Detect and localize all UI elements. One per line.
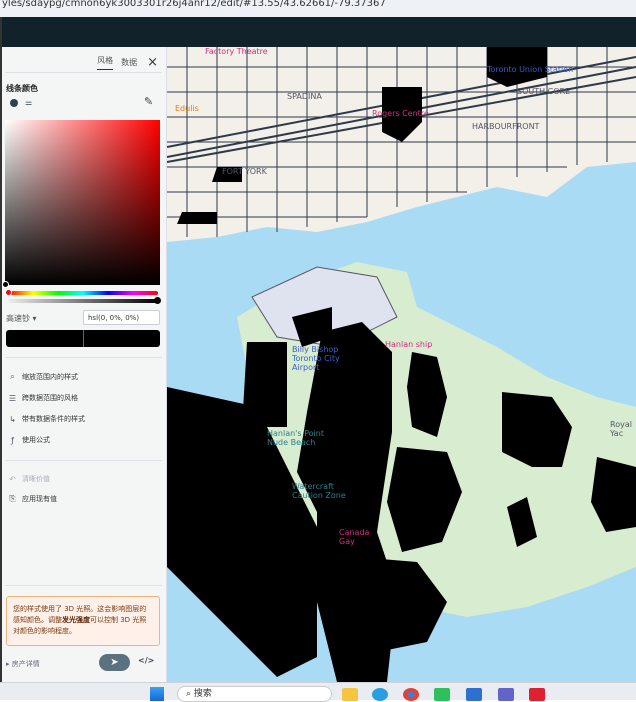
app-header: [0, 17, 636, 47]
windows-start-icon[interactable]: [150, 687, 164, 701]
color-mode-select[interactable]: 高速钞 ▾: [6, 313, 37, 324]
undo-icon: ↶: [9, 474, 16, 484]
map-canvas[interactable]: Factory Theatre Toronto Union Station Ed…: [167, 47, 636, 682]
wechat-icon[interactable]: [434, 688, 450, 701]
menu-data-range[interactable]: ☰ 跨数据范围的风格: [8, 393, 78, 403]
divider: [5, 72, 162, 73]
teams-icon[interactable]: [498, 688, 514, 701]
url-bar[interactable]: yles/sdaypg/cmnon6yk3003301r26j4anr12/ed…: [0, 0, 636, 17]
picker-handle[interactable]: [2, 281, 9, 288]
map-label: Edulis: [175, 104, 199, 113]
tab-style[interactable]: 风格: [97, 55, 114, 70]
hue-handle[interactable]: [5, 289, 12, 296]
close-icon[interactable]: ×: [147, 55, 158, 70]
footer-label: 房产详情: [11, 660, 40, 668]
map-label: Toronto Union Station: [487, 65, 574, 74]
notice-link[interactable]: 发光强度: [62, 616, 90, 624]
menu-data-condition[interactable]: ↳ 带有数据条件的样式: [8, 414, 85, 424]
url-text: yles/sdaypg/cmnon6yk3003301r26j4anr12/ed…: [2, 0, 386, 9]
color-mode-label: 高速钞: [6, 314, 30, 323]
youdao-icon[interactable]: [529, 688, 545, 701]
color-value-input[interactable]: hsl(0, 0%, 0%): [83, 310, 160, 325]
formula-icon: ƒ: [11, 435, 14, 445]
action-label: 应用现有值: [22, 495, 57, 503]
chrome-icon[interactable]: [403, 688, 419, 701]
map-label: SPADINA: [287, 92, 322, 101]
alpha-slider[interactable]: [8, 297, 161, 304]
map-label: Hanlan ship: [385, 340, 433, 349]
solid-color-icon[interactable]: [10, 99, 18, 107]
hue-slider[interactable]: [5, 289, 158, 296]
search-placeholder: 搜索: [193, 689, 212, 699]
apply-icon: ⎘: [9, 494, 16, 503]
map-graphics: [167, 47, 636, 682]
edge-icon[interactable]: [372, 688, 388, 701]
file-explorer-icon[interactable]: [342, 688, 358, 701]
menu-label: 跨数据范围的风格: [22, 394, 78, 402]
alpha-handle[interactable]: [154, 297, 161, 304]
condition-icon: ↳: [9, 414, 16, 424]
menu-formula[interactable]: ƒ 使用公式: [8, 435, 50, 445]
map-label: Factory Theatre: [205, 47, 268, 56]
color-swatch: [6, 330, 160, 347]
menu-label: 带有数据条件的样式: [22, 415, 85, 423]
cursor-icon: ➤: [110, 657, 119, 668]
menu-label: 使用公式: [22, 436, 50, 444]
menu-zoom-range[interactable]: ⌕ 缩放范围内的样式: [8, 372, 78, 382]
color-picker-area[interactable]: [2, 120, 160, 288]
property-details-toggle[interactable]: ▸ 房产详情: [6, 659, 40, 669]
lighting-notice: 您的样式使用了 3D 光照。这会影响图层的感知颜色。调整发光强度可以控制 3D …: [6, 596, 160, 646]
divider: [5, 357, 162, 358]
map-label: Royal Yac: [610, 420, 632, 438]
toggle-icon[interactable]: ⚌: [25, 98, 35, 107]
outlook-icon[interactable]: [466, 688, 482, 701]
map-label: Rogers Centre: [372, 109, 429, 118]
menu-label: 缩放范围内的样式: [22, 373, 78, 381]
eyedropper-icon[interactable]: ✎: [144, 95, 153, 108]
map-label: FORT YORK: [222, 167, 267, 176]
code-button[interactable]: </>: [138, 656, 154, 665]
map-label: Hanlan's Point Nude Beach: [267, 429, 324, 447]
apply-existing-button[interactable]: ⎘ 应用现有值: [8, 494, 57, 504]
style-panel: 风格 数据 × 线条颜色 ⚌ ✎ 高速钞 ▾ hsl(0, 0%, 0%) ⌕ 缩…: [2, 47, 167, 682]
data-range-icon: ☰: [8, 393, 17, 403]
divider: [5, 585, 162, 586]
map-label: Billy Bishop Toronto City Airport: [292, 345, 340, 372]
tab-data[interactable]: 数据: [121, 57, 137, 68]
map-label: Watercraft Caution Zone: [292, 482, 346, 500]
action-label: 清晰价值: [22, 475, 50, 483]
taskbar: ⌕ 搜索: [0, 682, 636, 702]
map-label: Canada Gay: [339, 528, 370, 546]
map-label: HARBOURFRONT: [472, 122, 540, 131]
divider: [5, 460, 162, 461]
zoom-range-icon: ⌕: [10, 372, 15, 381]
section-label: 线条颜色: [6, 84, 38, 93]
clear-value-button[interactable]: ↶ 清晰价值: [8, 474, 50, 484]
map-label: SOUTH CORE: [517, 87, 571, 96]
select-tool-button[interactable]: ➤: [99, 654, 130, 671]
